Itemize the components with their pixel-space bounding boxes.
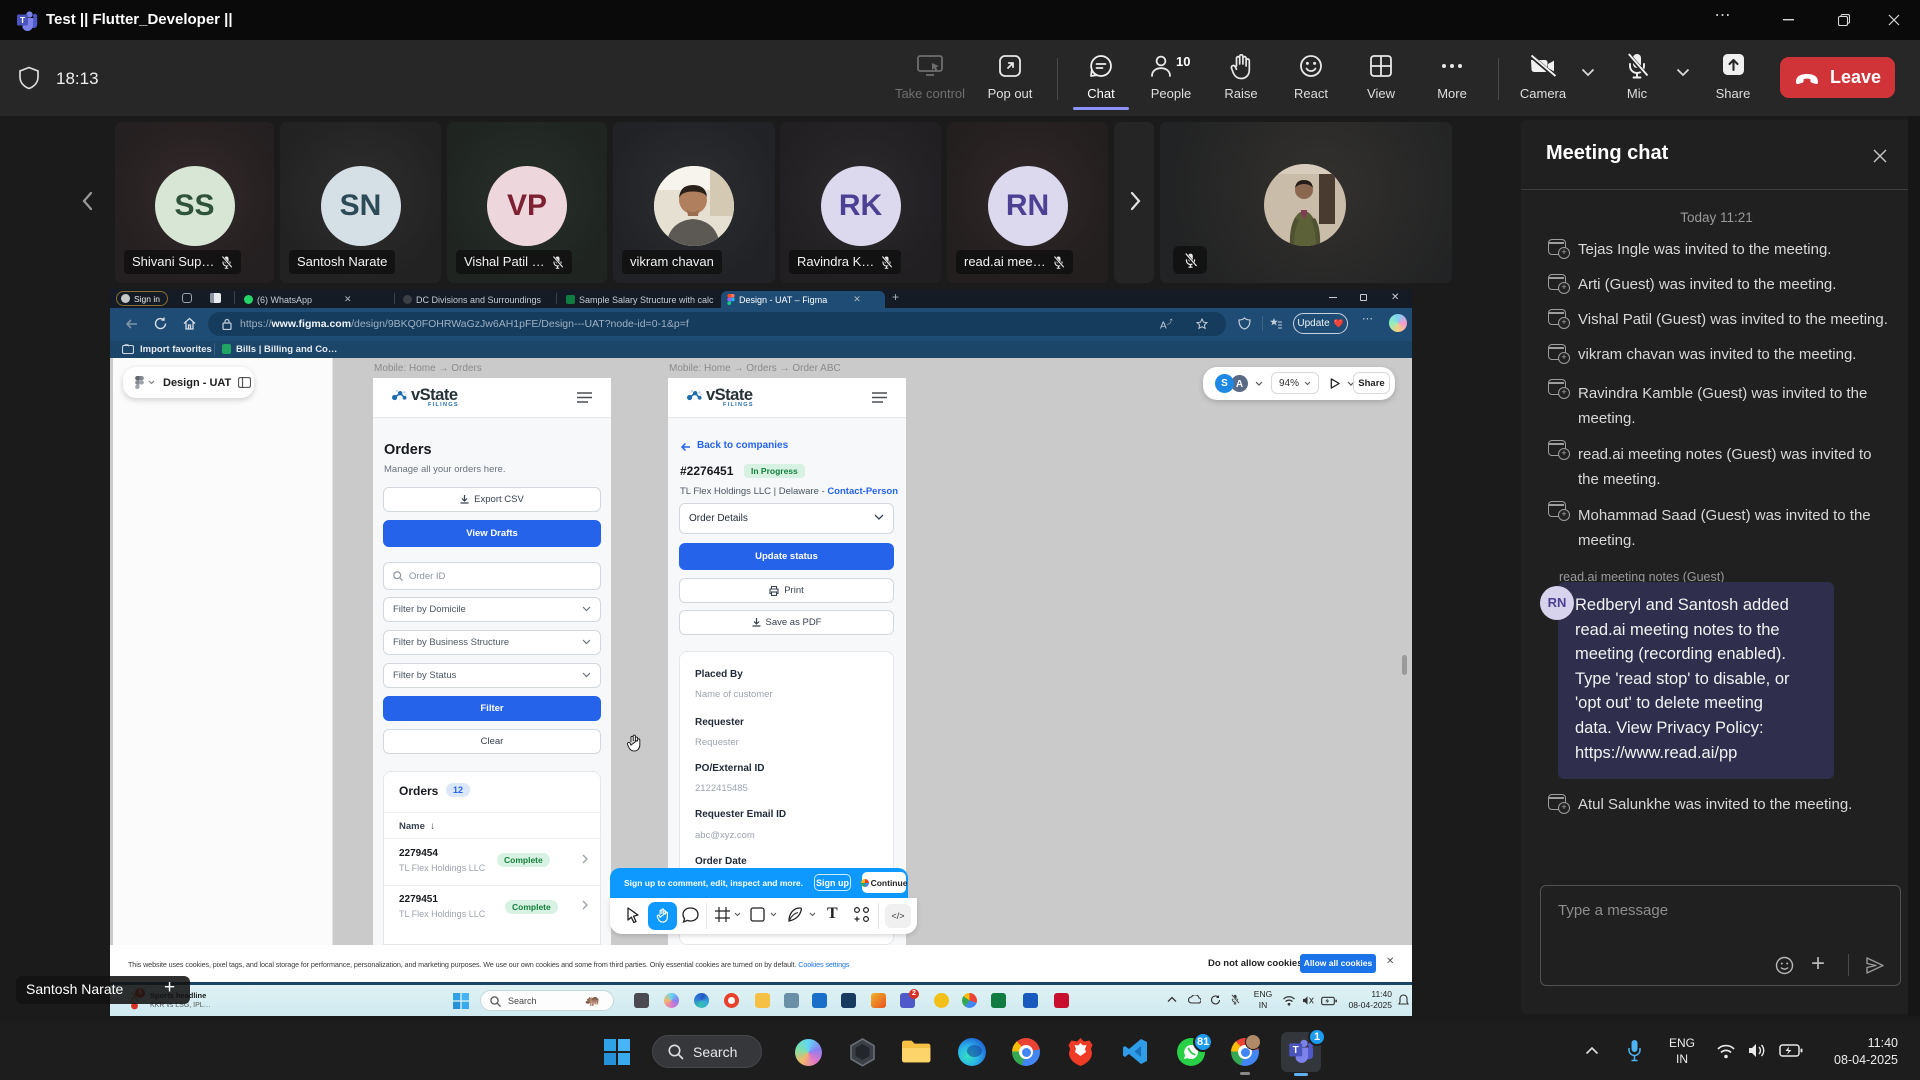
svg-text:T: T xyxy=(20,15,26,25)
svg-text:T: T xyxy=(1293,1045,1299,1056)
svg-text:10: 10 xyxy=(1176,54,1190,69)
